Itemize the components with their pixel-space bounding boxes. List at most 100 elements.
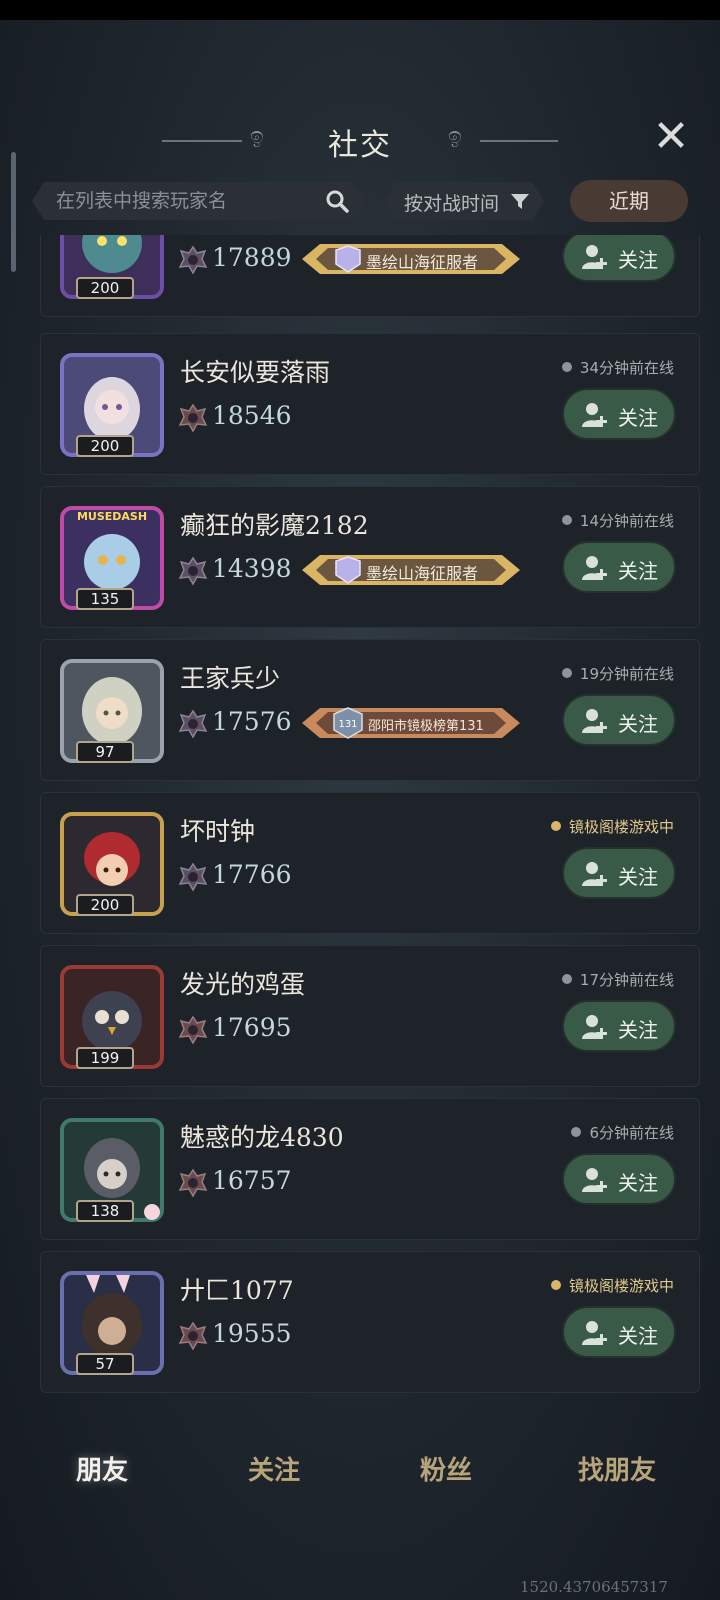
- online-status: 19分钟前在线: [561, 663, 674, 684]
- player-score: 18546: [212, 401, 292, 430]
- level-badge: 135: [76, 588, 134, 610]
- follow-button-label: 关注: [618, 865, 658, 889]
- level-badge: 57: [76, 1353, 134, 1375]
- rank-emblem-icon: [178, 1168, 208, 1198]
- follow-button[interactable]: 关注: [562, 235, 676, 282]
- sort-dropdown[interactable]: 按对战时间: [384, 182, 544, 220]
- online-status: 17分钟前在线: [561, 969, 674, 990]
- add-user-icon: [582, 709, 607, 733]
- tab-friends[interactable]: 朋友: [76, 1450, 128, 1487]
- player-card[interactable]: 200 长安似要落雨 34分钟前在线 18546 关注: [40, 333, 700, 475]
- player-card[interactable]: 138 魅惑的龙4830 6分钟前在线 16757 关注: [40, 1098, 700, 1240]
- online-status: 镜极阁楼游戏中: [550, 816, 674, 837]
- online-status-text: 34分钟前在线: [579, 359, 674, 377]
- level-badge: 138: [76, 1200, 134, 1222]
- level-badge: 200: [76, 277, 134, 299]
- player-score: 14398: [212, 554, 292, 583]
- rank-emblem-icon: [178, 1321, 208, 1351]
- level-badge: 200: [76, 435, 134, 457]
- follow-button[interactable]: 关注: [562, 1153, 676, 1205]
- follow-button-label: 关注: [618, 406, 658, 430]
- add-user-icon: [582, 245, 607, 269]
- player-card[interactable]: 57 廾匚1077 镜极阁楼游戏中 19555 关注: [40, 1251, 700, 1393]
- header: ඉ 社交 ඉ ✕: [0, 112, 720, 168]
- frame-label: MUSEDASH: [77, 510, 147, 523]
- scroll-indicator[interactable]: [11, 152, 16, 272]
- close-icon[interactable]: ✕: [646, 112, 696, 162]
- swirl-ornament-right-icon: ඉ: [448, 124, 462, 149]
- follow-button-label: 关注: [618, 559, 658, 583]
- title-badge-text: 墨绘山海征服者: [366, 564, 479, 583]
- online-status-text: 14分钟前在线: [579, 512, 674, 530]
- add-user-icon: [582, 862, 607, 886]
- status-dot: [561, 514, 572, 525]
- player-score: 17695: [212, 1013, 292, 1042]
- search-box[interactable]: [32, 182, 366, 220]
- follow-button[interactable]: 关注: [562, 541, 676, 593]
- recent-filter-button[interactable]: 近期: [570, 180, 688, 222]
- follow-button[interactable]: 关注: [562, 694, 676, 746]
- debug-readout: 1520.43706457317: [520, 1578, 668, 1596]
- follow-button-label: 关注: [618, 1324, 658, 1348]
- level-badge: 97: [76, 741, 134, 763]
- status-dot: [561, 361, 572, 372]
- online-status: 14分钟前在线: [561, 510, 674, 531]
- rank-badge-number: 131: [338, 719, 357, 730]
- player-card[interactable]: 200 17889 墨绘山海征服者 关注: [40, 235, 700, 317]
- player-name: 长安似要落雨: [180, 358, 331, 387]
- search-icon[interactable]: [324, 188, 350, 214]
- follow-button[interactable]: 关注: [562, 388, 676, 440]
- rank-emblem-icon: [178, 709, 208, 739]
- follow-button-label: 关注: [618, 1171, 658, 1195]
- player-list[interactable]: 200 17889 墨绘山海征服者 关注 200 长安似要落雨 34分钟前在线 …: [40, 235, 700, 1415]
- player-name: 王家兵少: [180, 664, 281, 693]
- level-badge: 200: [76, 894, 134, 916]
- bottom-tab-bar: 朋友 关注 粉丝 找朋友: [0, 1430, 720, 1510]
- rank-emblem-icon: [178, 245, 208, 275]
- level-badge: 199: [76, 1047, 134, 1069]
- title-ornament-right: [480, 140, 558, 142]
- online-status: 镜极阁楼游戏中: [550, 1275, 674, 1296]
- follow-button[interactable]: 关注: [562, 1000, 676, 1052]
- player-card[interactable]: 97 王家兵少 19分钟前在线 17576 131 邵阳市镜极榜第131 关注: [40, 639, 700, 781]
- page-title: 社交: [328, 128, 392, 163]
- add-user-icon: [582, 1321, 607, 1345]
- player-name: 坏时钟: [180, 817, 256, 846]
- follow-button[interactable]: 关注: [562, 1306, 676, 1358]
- online-status-text: 镜极阁楼游戏中: [568, 1277, 674, 1295]
- player-name: 发光的鸡蛋: [180, 970, 306, 999]
- rank-badge-text: 邵阳市镜极榜第131: [368, 719, 484, 734]
- filter-funnel-icon: [510, 193, 530, 211]
- tab-following[interactable]: 关注: [248, 1450, 300, 1487]
- add-user-icon: [582, 1015, 607, 1039]
- player-name: 廾匚1077: [180, 1276, 294, 1305]
- player-name: 癫狂的影魔2182: [180, 511, 369, 540]
- tab-fans[interactable]: 粉丝: [420, 1450, 472, 1487]
- online-status-text: 6分钟前在线: [589, 1124, 674, 1142]
- follow-button-label: 关注: [618, 248, 658, 272]
- online-status-text: 17分钟前在线: [579, 971, 674, 989]
- player-card[interactable]: 200 坏时钟 镜极阁楼游戏中 17766 关注: [40, 792, 700, 934]
- add-user-icon: [582, 403, 607, 427]
- status-bar: [0, 0, 720, 20]
- online-status-text: 镜极阁楼游戏中: [568, 818, 674, 836]
- follow-button[interactable]: 关注: [562, 847, 676, 899]
- player-score: 17766: [212, 860, 292, 889]
- player-card[interactable]: 199 发光的鸡蛋 17分钟前在线 17695 关注: [40, 945, 700, 1087]
- online-status-text: 19分钟前在线: [579, 665, 674, 683]
- player-score: 17576: [212, 707, 292, 736]
- rank-emblem-icon: [178, 1015, 208, 1045]
- status-dot: [550, 820, 561, 831]
- tab-find-friends[interactable]: 找朋友: [578, 1450, 656, 1487]
- rank-emblem-icon: [178, 556, 208, 586]
- add-user-icon: [582, 556, 607, 580]
- search-input[interactable]: [56, 182, 316, 220]
- rank-emblem-icon: [178, 403, 208, 433]
- status-dot: [550, 1279, 561, 1290]
- follow-button-label: 关注: [618, 712, 658, 736]
- add-user-icon: [582, 1168, 607, 1192]
- player-name: 魅惑的龙4830: [180, 1123, 344, 1152]
- player-score: 16757: [212, 1166, 292, 1195]
- player-score: 17889: [212, 243, 292, 272]
- player-card[interactable]: MUSEDASH 135 癫狂的影魔2182 14分钟前在线 14398 墨绘山…: [40, 486, 700, 628]
